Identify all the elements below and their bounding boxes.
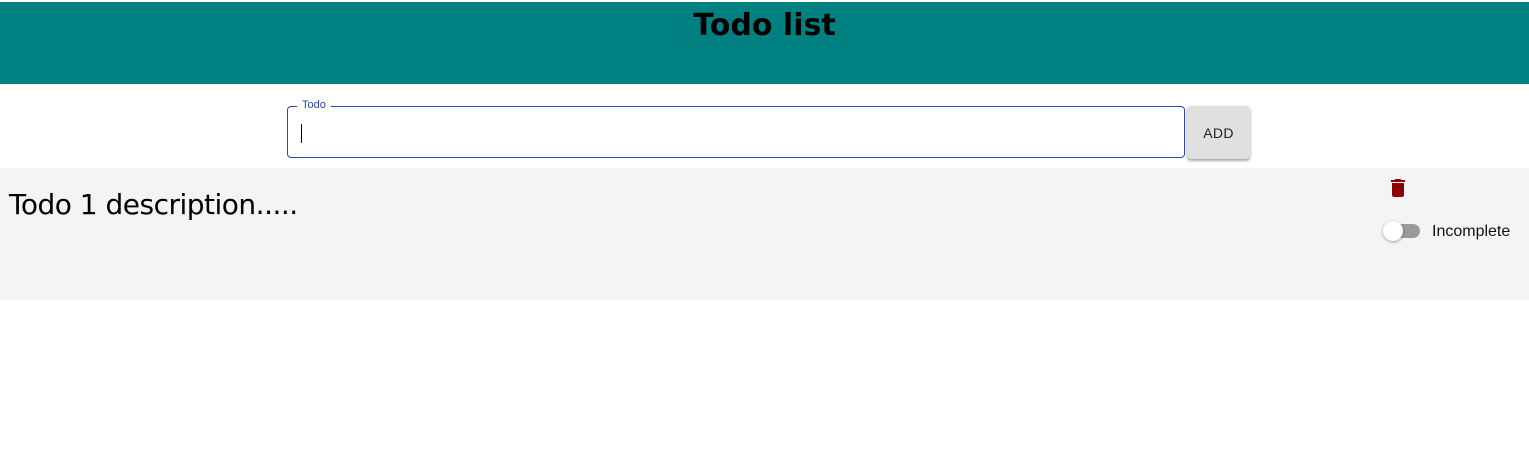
status-toggle[interactable] xyxy=(1382,220,1422,242)
page-title: Todo list xyxy=(693,8,836,43)
toggle-thumb xyxy=(1383,221,1403,241)
status-label: Incomplete xyxy=(1432,223,1511,240)
text-caret xyxy=(301,124,302,143)
todo-item: Todo 1 description..... Incomplete xyxy=(0,168,1529,300)
add-button[interactable]: ADD xyxy=(1187,106,1250,159)
todo-field[interactable]: Todo xyxy=(287,98,1185,158)
trash-icon xyxy=(1391,179,1405,197)
app-header: Todo list xyxy=(0,2,1529,84)
delete-button[interactable] xyxy=(1386,176,1410,200)
todo-description: Todo 1 description..... xyxy=(9,188,298,221)
todo-input[interactable] xyxy=(300,107,1170,156)
